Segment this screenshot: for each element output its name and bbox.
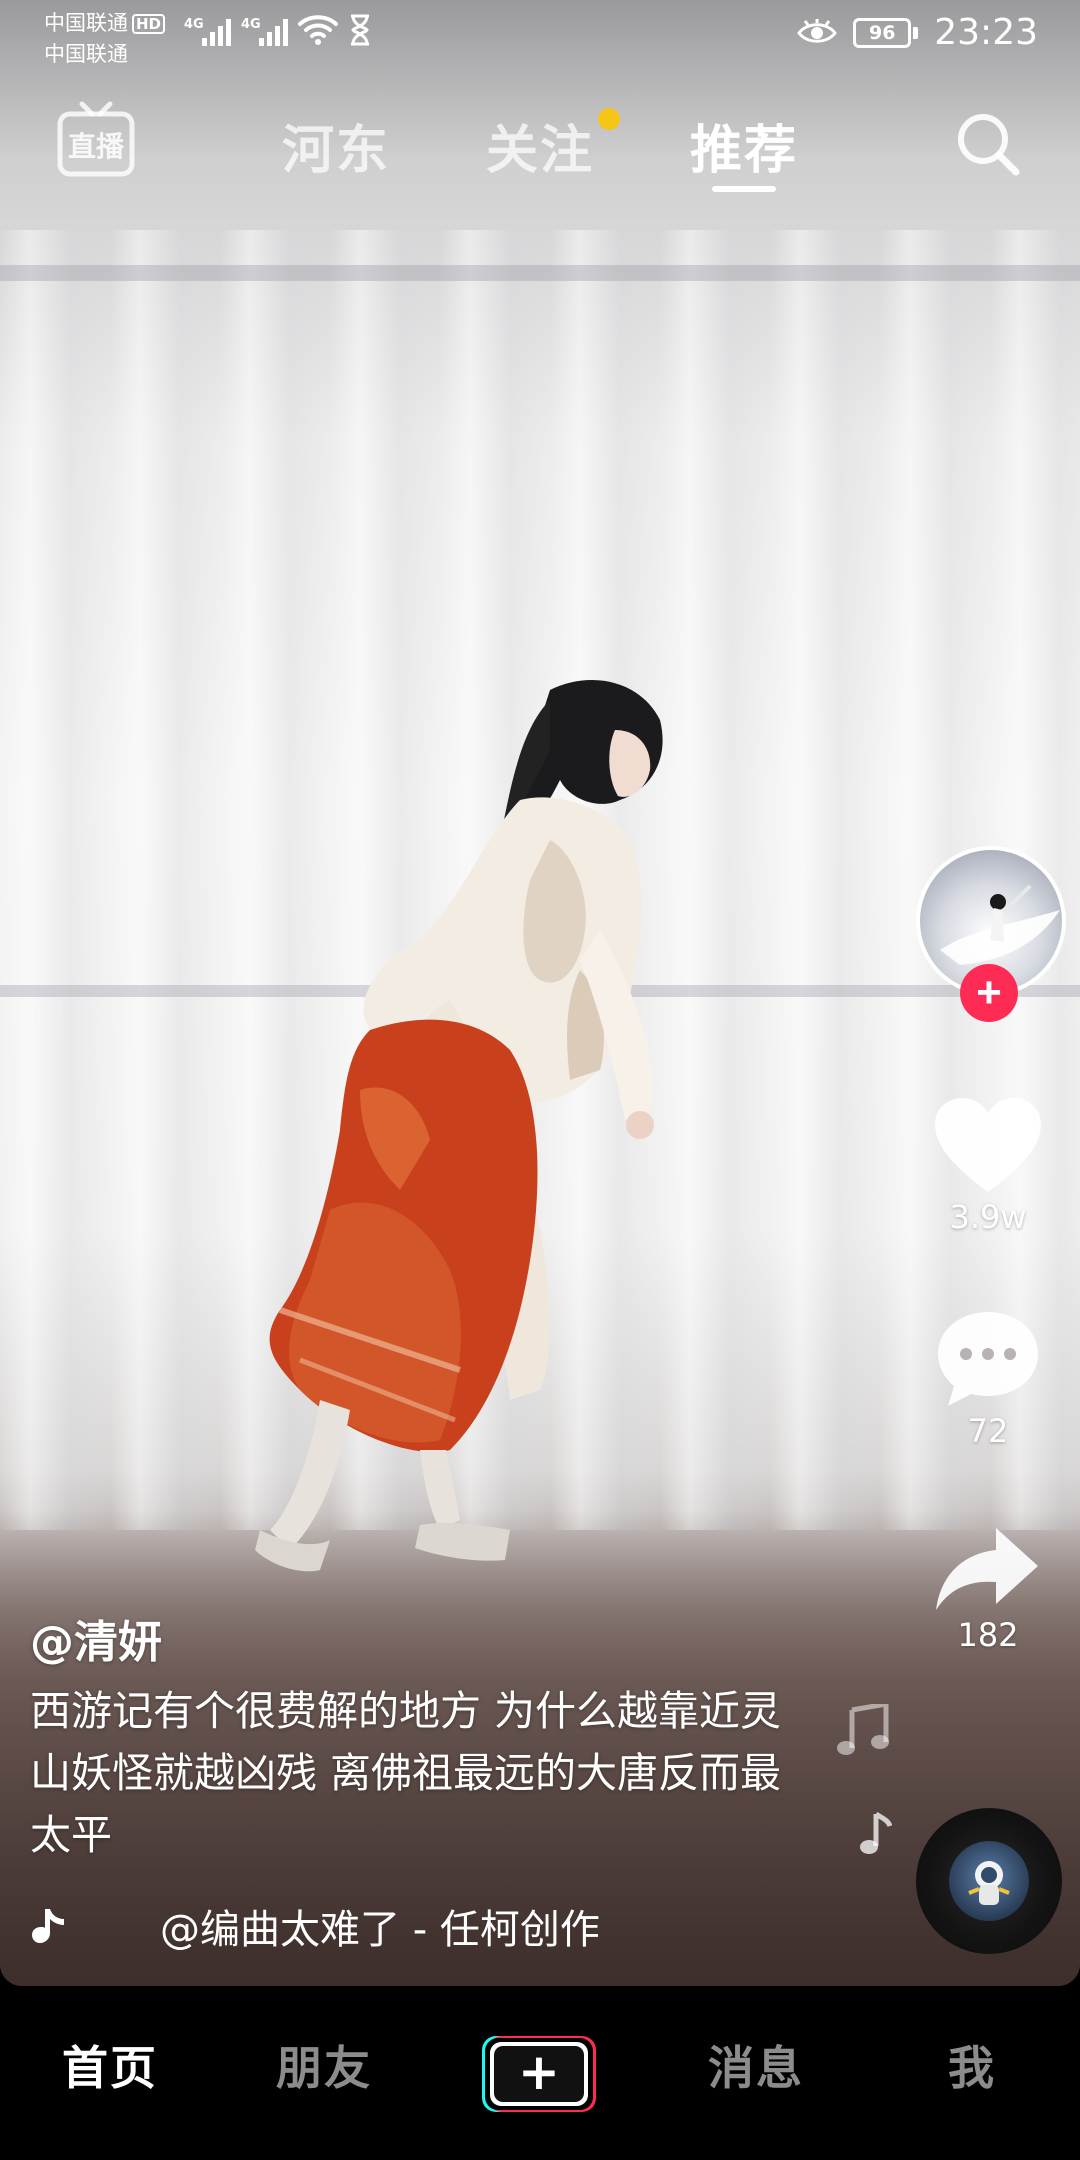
author-name[interactable]: @清妍	[30, 1606, 162, 1670]
following-notification-dot	[598, 108, 620, 130]
music-cover-icon	[949, 1841, 1029, 1921]
top-nav: 直播 河东 关注 推荐	[0, 90, 1080, 200]
live-label: 直播	[68, 130, 125, 163]
wifi-icon	[298, 15, 338, 45]
comment-button[interactable]: 72	[928, 1308, 1048, 1450]
tab-messages[interactable]: 消息	[708, 2032, 804, 2098]
signal-2-icon: 4G	[241, 17, 288, 46]
bottom-nav: 首页 朋友 + 消息 我	[0, 1986, 1080, 2160]
like-button[interactable]: 3.9w	[928, 1096, 1048, 1236]
active-tab-indicator	[712, 186, 776, 192]
network-1-label: 4G	[184, 17, 204, 32]
like-count: 3.9w	[949, 1198, 1027, 1236]
status-bar: 中国联通 HD 中国联通 4G 4G 96 23:23	[0, 0, 1080, 70]
carrier-1-label: 中国联通	[44, 11, 128, 35]
search-icon[interactable]	[952, 108, 1024, 180]
carrier-2-label: 中国联通	[44, 42, 128, 66]
hourglass-icon	[351, 14, 369, 46]
comment-count: 72	[967, 1412, 1009, 1450]
battery-level: 96	[853, 17, 912, 48]
tab-friends[interactable]: 朋友	[276, 2032, 372, 2098]
battery-icon: 96	[853, 17, 919, 48]
status-right: 96 23:23	[797, 12, 1038, 53]
tab-hedong[interactable]: 河东	[282, 108, 390, 183]
floating-music-note-icon	[860, 1812, 892, 1854]
live-icon[interactable]: 直播	[56, 100, 136, 180]
create-button[interactable]: +	[480, 2034, 598, 2114]
heart-icon	[935, 1098, 1041, 1192]
floating-music-notes-icon	[837, 1704, 889, 1755]
share-icon	[936, 1528, 1038, 1610]
signal-1-icon: 4G	[184, 17, 231, 46]
dancer-figure	[255, 680, 663, 1572]
music-title: @编曲太难了 - 任柯创作	[160, 1907, 600, 1953]
tab-recommend[interactable]: 推荐	[690, 108, 798, 183]
create-plus-icon: +	[518, 2043, 560, 2101]
signal-indicators: 4G 4G	[184, 14, 372, 46]
video-caption: 西游记有个很费解的地方 为什么越靠近灵山妖怪就越凶残 离佛祖最远的大唐反而最太平	[30, 1687, 782, 1859]
share-count: 182	[957, 1616, 1019, 1654]
tiktok-note-icon	[32, 1909, 64, 1943]
follow-button[interactable]: +	[960, 964, 1018, 1022]
tab-me[interactable]: 我	[948, 2032, 996, 2098]
music-info[interactable]: @编曲太难了 - 任柯创作	[30, 1896, 600, 1956]
network-2-label: 4G	[241, 17, 261, 32]
share-button[interactable]: 182	[928, 1526, 1048, 1654]
clock: 23:23	[934, 12, 1038, 53]
carrier-info: 中国联通 HD 中国联通	[44, 8, 166, 70]
hd-badge: HD	[132, 13, 166, 34]
author-avatar-group: +	[916, 846, 1066, 1022]
comment-icon	[938, 1312, 1038, 1406]
tab-following[interactable]: 关注	[486, 108, 594, 183]
music-disc[interactable]	[916, 1808, 1062, 1954]
eye-icon	[797, 18, 838, 43]
tab-home[interactable]: 首页	[62, 2032, 158, 2098]
window-frame-top	[0, 265, 1080, 281]
